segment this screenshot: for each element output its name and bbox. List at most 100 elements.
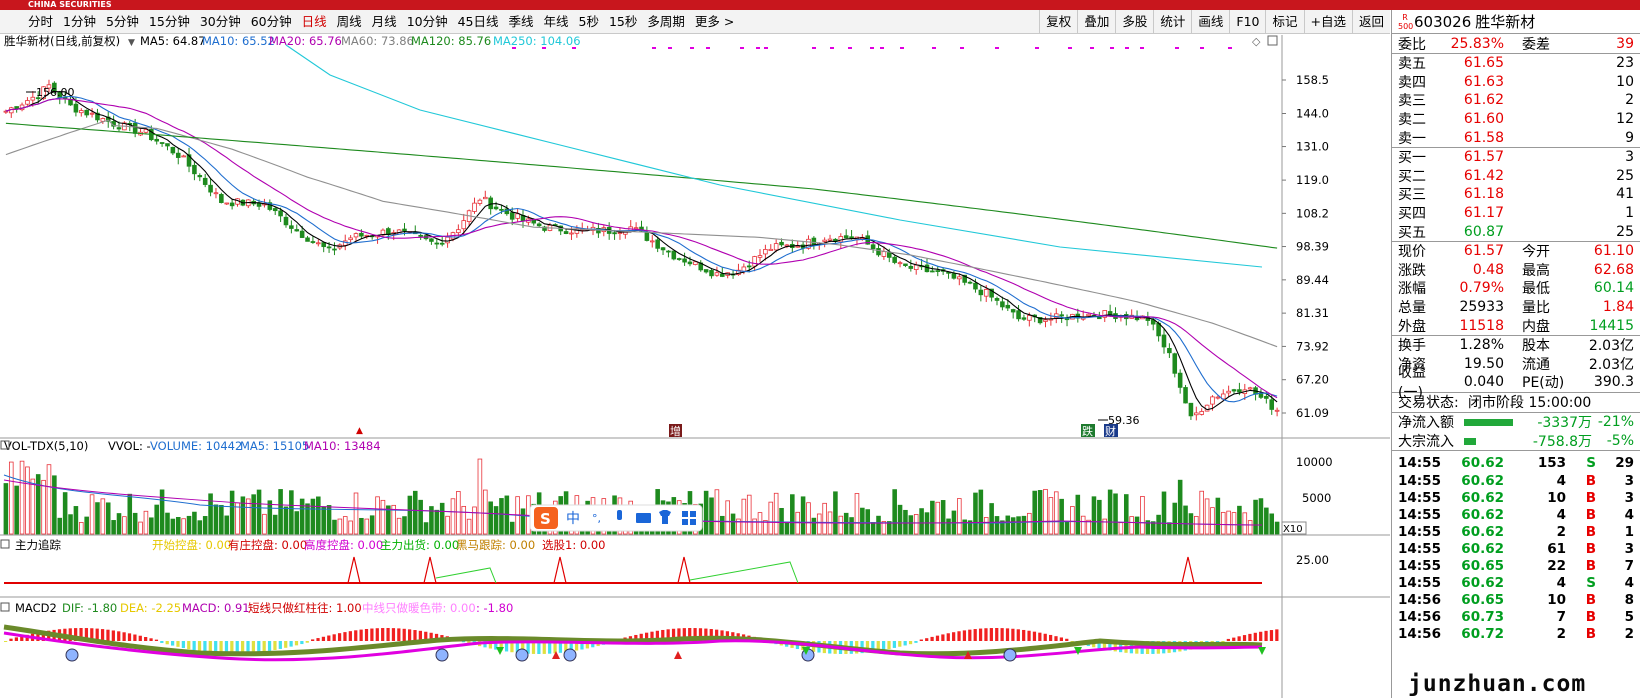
tick-price: 60.62 bbox=[1461, 472, 1504, 489]
signal-mark bbox=[1090, 47, 1094, 49]
volume-bar bbox=[919, 508, 924, 535]
level-label: 卖三 bbox=[1398, 93, 1426, 110]
tick-price: 60.62 bbox=[1461, 540, 1504, 557]
volume-bar bbox=[267, 500, 273, 535]
toolbox-icon[interactable] bbox=[682, 511, 688, 517]
volume-bar bbox=[289, 490, 294, 535]
bid-row[interactable]: 买五 60.87 25 bbox=[1392, 222, 1640, 241]
macd-bar bbox=[962, 630, 967, 641]
stat-row: 换手 1.28% 股本 2.03亿 bbox=[1392, 336, 1640, 355]
chevron-down-icon[interactable]: ▼ bbox=[128, 38, 135, 48]
volume-bar bbox=[364, 518, 370, 535]
tick-list[interactable]: 14:55 60.62 153 S 29 14:55 60.62 4 B 3 14:55 60.62 1… bbox=[1392, 451, 1640, 643]
level-label: 买四 bbox=[1398, 206, 1426, 223]
period-tab[interactable]: 10分钟 bbox=[402, 10, 453, 34]
candle-body bbox=[822, 239, 827, 242]
macd-bar bbox=[133, 634, 137, 641]
level-label: 卖五 bbox=[1398, 56, 1426, 73]
bid-row[interactable]: 买一 61.57 3 bbox=[1392, 148, 1640, 167]
period-tab[interactable]: 15分钟 bbox=[144, 10, 195, 34]
volume-bar bbox=[1080, 515, 1086, 535]
macd-bar bbox=[925, 638, 929, 641]
volume-bar bbox=[946, 518, 951, 535]
toolbar-button[interactable]: F10 bbox=[1229, 10, 1265, 34]
period-tab[interactable]: 5秒 bbox=[574, 10, 604, 34]
period-tab[interactable]: 60分钟 bbox=[246, 10, 297, 34]
mic-icon[interactable] bbox=[617, 510, 622, 520]
candle-body bbox=[132, 122, 138, 134]
chart-area[interactable]: 胜华新材(日线,前复权) ▼ MA5: 64.87MA10: 65.52MA20: … bbox=[0, 35, 1390, 698]
volume-bar bbox=[229, 490, 235, 535]
candle-body bbox=[741, 266, 747, 272]
toolbar-button[interactable]: 多股 bbox=[1115, 10, 1153, 34]
stat-label: 外盘 bbox=[1398, 318, 1426, 335]
ime-lang[interactable]: 中 bbox=[566, 511, 580, 527]
toolbar-button[interactable]: 返回 bbox=[1351, 10, 1390, 34]
candle-body bbox=[1161, 334, 1167, 348]
signal-mark bbox=[812, 47, 816, 49]
ask-row[interactable]: 卖五 61.65 23 bbox=[1392, 54, 1640, 73]
candle-body bbox=[1172, 353, 1178, 374]
period-tab[interactable]: 日线 bbox=[297, 10, 332, 34]
period-tab[interactable]: 分时 bbox=[0, 10, 58, 34]
toolbar-button[interactable]: 画线 bbox=[1191, 10, 1229, 34]
tick-count: 4 bbox=[1624, 575, 1634, 592]
period-tab[interactable]: 年线 bbox=[539, 10, 574, 34]
volume-bar bbox=[483, 489, 488, 535]
toolbar-button[interactable]: 叠加 bbox=[1077, 10, 1115, 34]
candle-body bbox=[289, 225, 294, 229]
ask-row[interactable]: 卖二 61.60 12 bbox=[1392, 110, 1640, 129]
volume-bar bbox=[402, 516, 407, 535]
stat-label: 涨幅 bbox=[1398, 281, 1426, 298]
candle-body bbox=[951, 273, 957, 279]
period-tab[interactable]: 5分钟 bbox=[101, 10, 144, 34]
macd-bar bbox=[1038, 632, 1042, 641]
period-tab[interactable]: 季线 bbox=[504, 10, 539, 34]
toolbar-button[interactable]: 统计 bbox=[1153, 10, 1191, 34]
ask-row[interactable]: 卖一 61.58 9 bbox=[1392, 128, 1640, 147]
bid-row[interactable]: 买三 61.18 41 bbox=[1392, 185, 1640, 204]
bid-row[interactable]: 买二 61.42 25 bbox=[1392, 167, 1640, 186]
period-tab[interactable]: 15秒 bbox=[604, 10, 642, 34]
period-tab[interactable]: 1分钟 bbox=[58, 10, 101, 34]
bid-row[interactable]: 买四 61.17 1 bbox=[1392, 204, 1640, 223]
volume-bar bbox=[790, 494, 795, 535]
tick-count: 3 bbox=[1624, 540, 1634, 557]
toolbar-button[interactable]: 标记 bbox=[1265, 10, 1303, 34]
period-tab[interactable]: 30分钟 bbox=[195, 10, 246, 34]
trade-status: 交易状态: 闭市阶段 15:00:00 bbox=[1392, 393, 1640, 413]
volume-bar bbox=[865, 509, 871, 535]
quote-panel: R 500 603026 胜华新材 委比 25.83% 委差 39 卖五 61.6… bbox=[1391, 10, 1640, 698]
tick-row: 14:56 60.65 10 B 8 bbox=[1392, 592, 1640, 609]
zhuli-item: 选股1: 0.00 bbox=[542, 538, 605, 552]
candle-body bbox=[1274, 409, 1280, 412]
toolbar-button[interactable]: 复权 bbox=[1039, 10, 1077, 34]
volume-header-item: VVOL: - bbox=[108, 439, 151, 453]
period-tab[interactable]: 周线 bbox=[332, 10, 367, 34]
signal-mark bbox=[572, 47, 576, 49]
volume-bar bbox=[1059, 498, 1064, 535]
tick-volume: 4 bbox=[1556, 575, 1566, 592]
tick-volume: 7 bbox=[1556, 609, 1566, 626]
toolbar-button[interactable]: +自选 bbox=[1303, 10, 1352, 34]
ime-toolbar[interactable]: S 中 °, bbox=[529, 504, 703, 532]
ask-row[interactable]: 卖四 61.63 10 bbox=[1392, 73, 1640, 92]
period-tab[interactable]: 45日线 bbox=[453, 10, 504, 34]
volume-bar bbox=[456, 491, 461, 535]
candle-body bbox=[930, 270, 935, 273]
keyboard-icon[interactable] bbox=[636, 513, 651, 523]
macd-bar bbox=[1043, 633, 1047, 641]
period-tab[interactable]: 更多 > bbox=[690, 10, 739, 34]
volume-bar bbox=[1005, 515, 1011, 535]
period-tab[interactable]: 多周期 bbox=[642, 10, 690, 34]
candle-body bbox=[434, 242, 440, 245]
period-tab[interactable]: 月线 bbox=[367, 10, 402, 34]
volume-bar bbox=[1215, 497, 1221, 535]
candle-body bbox=[208, 184, 213, 193]
face-icon bbox=[65, 648, 79, 662]
ime-punct[interactable]: °, bbox=[592, 512, 601, 525]
diamond-icon[interactable]: ◇ bbox=[1252, 35, 1261, 48]
ask-row[interactable]: 卖三 61.62 2 bbox=[1392, 91, 1640, 110]
price-tick-label: 89.44 bbox=[1296, 273, 1329, 287]
volume-bar bbox=[994, 516, 1000, 535]
